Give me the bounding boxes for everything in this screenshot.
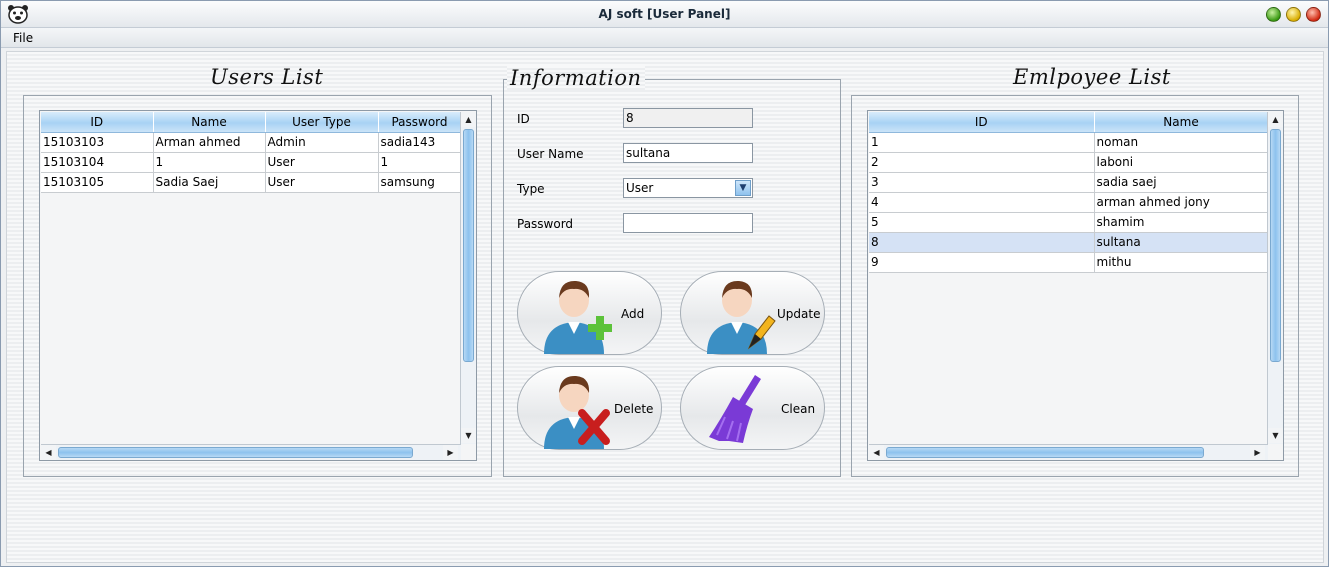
- update-button-label: Update: [777, 307, 821, 321]
- cell-id: 5: [869, 212, 1095, 233]
- cell-password: 1: [378, 152, 462, 173]
- table-row[interactable]: 15103103 Arman ahmed Admin sadia143: [41, 132, 462, 153]
- cell-id: 15103103: [41, 132, 154, 153]
- column-header-name[interactable]: Name: [1094, 112, 1269, 133]
- user-add-icon: [544, 280, 612, 354]
- scroll-thumb[interactable]: [58, 447, 413, 458]
- users-vertical-scrollbar[interactable]: ▲ ▼: [460, 112, 476, 444]
- id-field[interactable]: 8: [623, 108, 753, 128]
- user-delete-icon: [544, 375, 610, 449]
- cell-user-type: Admin: [265, 132, 379, 153]
- employee-table-header: ID Name: [869, 112, 1269, 133]
- cell-name: arman ahmed jony: [1094, 192, 1269, 213]
- cell-id: 8: [869, 232, 1095, 253]
- menu-bar: File: [1, 28, 1328, 48]
- title-bar[interactable]: AJ soft [User Panel]: [1, 1, 1328, 28]
- clean-button-label: Clean: [781, 402, 816, 416]
- cell-name: 1: [153, 152, 266, 173]
- scroll-left-arrow-icon[interactable]: ◀: [869, 445, 884, 460]
- menu-file[interactable]: File: [13, 31, 33, 45]
- employee-list-title: Emlpoyee List: [1013, 65, 1171, 89]
- employee-grid: ID Name 1 noman 2 laboni 3 sadia saej 4 …: [869, 112, 1269, 273]
- id-label: ID: [517, 112, 530, 126]
- employee-horizontal-scrollbar[interactable]: ◀ ▶: [869, 444, 1268, 460]
- cell-id: 2: [869, 152, 1095, 173]
- scroll-right-arrow-icon[interactable]: ▶: [1250, 445, 1265, 460]
- column-header-password[interactable]: Password: [378, 112, 462, 133]
- cell-name: sadia saej: [1094, 172, 1269, 193]
- cell-password: sadia143: [378, 132, 462, 153]
- users-table-header: ID Name User Type Password: [41, 112, 462, 133]
- cell-id: 3: [869, 172, 1095, 193]
- cell-name: shamim: [1094, 212, 1269, 233]
- scroll-left-arrow-icon[interactable]: ◀: [41, 445, 56, 460]
- cell-name: laboni: [1094, 152, 1269, 173]
- broom-icon: [709, 375, 761, 443]
- cell-name: noman: [1094, 132, 1269, 153]
- scroll-up-arrow-icon[interactable]: ▲: [461, 112, 476, 127]
- information-title: Information: [507, 66, 645, 90]
- cell-id: 1: [869, 132, 1095, 153]
- table-row[interactable]: 9 mithu: [869, 252, 1269, 273]
- add-button[interactable]: Add: [517, 271, 662, 355]
- users-table: ID Name User Type Password 15103103 Arma…: [39, 110, 477, 461]
- cell-id: 15103105: [41, 172, 154, 193]
- employee-vertical-scrollbar[interactable]: ▲ ▼: [1267, 112, 1283, 444]
- scroll-thumb[interactable]: [886, 447, 1204, 458]
- scroll-thumb[interactable]: [463, 129, 474, 362]
- cell-password: samsung: [378, 172, 462, 193]
- close-button[interactable]: [1306, 7, 1321, 22]
- maximize-button[interactable]: [1266, 7, 1281, 22]
- scroll-down-arrow-icon[interactable]: ▼: [1268, 428, 1283, 443]
- update-button[interactable]: Update: [680, 271, 825, 355]
- table-row[interactable]: 1 noman: [869, 132, 1269, 153]
- main-content: Users List ID Name User Type Password 15…: [6, 51, 1324, 563]
- scroll-up-arrow-icon[interactable]: ▲: [1268, 112, 1283, 127]
- type-label: Type: [517, 182, 545, 196]
- column-header-name[interactable]: Name: [153, 112, 266, 133]
- password-label: Password: [517, 217, 574, 231]
- column-header-id[interactable]: ID: [41, 112, 154, 133]
- column-header-id[interactable]: ID: [869, 112, 1095, 133]
- table-row[interactable]: 15103105 Sadia Saej User samsung: [41, 172, 462, 193]
- cell-id: 9: [869, 252, 1095, 273]
- app-window: AJ soft [User Panel] File Users List ID …: [0, 0, 1329, 567]
- minimize-button[interactable]: [1286, 7, 1301, 22]
- table-row-selected[interactable]: 8 sultana: [869, 232, 1269, 253]
- table-row[interactable]: 5 shamim: [869, 212, 1269, 233]
- cell-user-type: User: [265, 172, 379, 193]
- users-grid: ID Name User Type Password 15103103 Arma…: [41, 112, 462, 193]
- delete-button-label: Delete: [614, 402, 654, 416]
- delete-button[interactable]: Delete: [517, 366, 662, 450]
- cell-name: sultana: [1094, 232, 1269, 253]
- table-row[interactable]: 4 arman ahmed jony: [869, 192, 1269, 213]
- scroll-right-arrow-icon[interactable]: ▶: [443, 445, 458, 460]
- users-list-title: Users List: [210, 65, 324, 89]
- users-horizontal-scrollbar[interactable]: ◀ ▶: [41, 444, 461, 460]
- cell-name: Arman ahmed: [153, 132, 266, 153]
- cell-name: Sadia Saej: [153, 172, 266, 193]
- username-label: User Name: [517, 147, 584, 161]
- table-row[interactable]: 3 sadia saej: [869, 172, 1269, 193]
- cell-user-type: User: [265, 152, 379, 173]
- employee-table: ID Name 1 noman 2 laboni 3 sadia saej 4 …: [867, 110, 1284, 461]
- scroll-thumb[interactable]: [1270, 129, 1281, 362]
- cell-id: 15103104: [41, 152, 154, 173]
- type-select[interactable]: User ▼: [623, 178, 753, 198]
- chevron-down-icon[interactable]: ▼: [735, 180, 751, 196]
- column-header-user-type[interactable]: User Type: [265, 112, 379, 133]
- clean-button[interactable]: Clean: [680, 366, 825, 450]
- password-field[interactable]: [623, 213, 753, 233]
- type-select-value: User: [626, 181, 654, 195]
- user-edit-icon: [707, 280, 776, 354]
- cell-name: mithu: [1094, 252, 1269, 273]
- cell-id: 4: [869, 192, 1095, 213]
- scroll-down-arrow-icon[interactable]: ▼: [461, 428, 476, 443]
- table-row[interactable]: 2 laboni: [869, 152, 1269, 173]
- username-field[interactable]: sultana: [623, 143, 753, 163]
- window-title: AJ soft [User Panel]: [598, 7, 731, 21]
- table-row[interactable]: 15103104 1 User 1: [41, 152, 462, 173]
- add-button-label: Add: [621, 307, 645, 321]
